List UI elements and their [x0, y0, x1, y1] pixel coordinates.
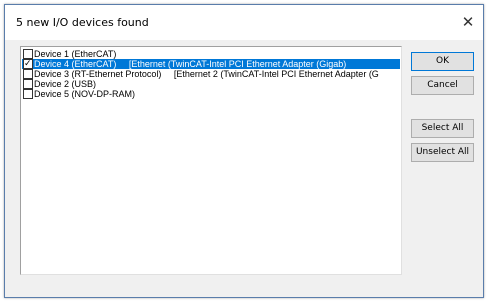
ok-button[interactable]: OK [411, 52, 474, 71]
device-1-checkbox[interactable] [23, 49, 33, 59]
device-list[interactable]: Device 1 (EtherCAT) ✓ Device 4 (EtherCAT… [20, 46, 402, 275]
unselect-all-button[interactable]: Unselect All [411, 143, 474, 162]
device-row-2[interactable]: Device 2 (USB) [22, 79, 400, 89]
device-5-checkbox[interactable] [23, 89, 33, 99]
dialog-title: 5 new I/O devices found [16, 16, 149, 29]
device-2-checkbox[interactable] [23, 79, 33, 89]
device-5-label: Device 5 (NOV-DP-RAM) [34, 89, 136, 99]
device-row-5[interactable]: Device 5 (NOV-DP-RAM) [22, 89, 400, 99]
title-bar: 5 new I/O devices found ✕ [5, 5, 483, 40]
check-icon: ✓ [24, 59, 32, 68]
device-row-1[interactable]: Device 1 (EtherCAT) [22, 49, 400, 59]
close-icon[interactable]: ✕ [460, 14, 476, 30]
devices-found-dialog: 5 new I/O devices found ✕ Device 1 (Ethe… [4, 4, 484, 298]
device-2-label: Device 2 (USB) [34, 79, 97, 89]
device-4-checkbox[interactable]: ✓ [23, 59, 33, 69]
device-row-3[interactable]: Device 3 (RT-Ethernet Protocol) [Etherne… [22, 69, 400, 79]
select-all-button[interactable]: Select All [411, 119, 474, 138]
device-3-checkbox[interactable] [23, 69, 33, 79]
device-row-4[interactable]: ✓ Device 4 (EtherCAT) [Ethernet (TwinCAT… [22, 59, 400, 69]
device-3-label: Device 3 (RT-Ethernet Protocol) [Etherne… [34, 69, 379, 79]
cancel-button[interactable]: Cancel [411, 76, 474, 95]
device-4-label: Device 4 (EtherCAT) [Ethernet (TwinCAT-I… [34, 59, 347, 69]
device-1-label: Device 1 (EtherCAT) [34, 49, 117, 59]
